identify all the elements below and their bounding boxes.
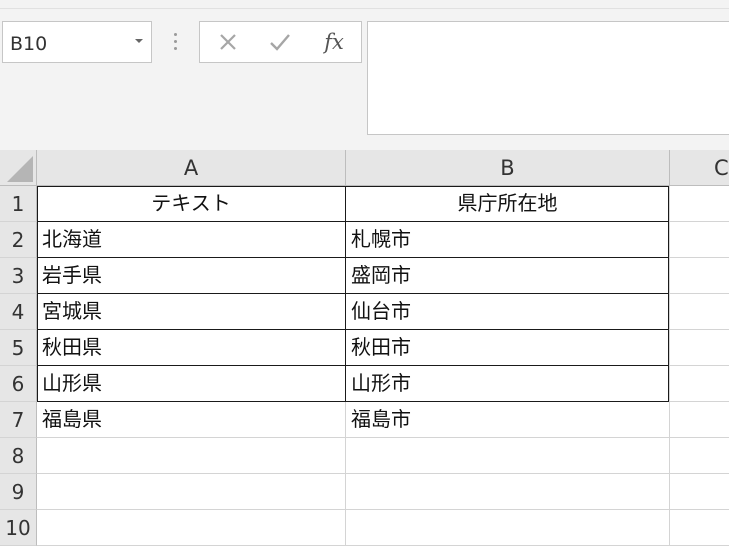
row-header-5[interactable]: 5 — [0, 330, 37, 366]
chevron-down-icon[interactable] — [135, 39, 143, 43]
ribbon-bottom-edge — [0, 0, 729, 9]
column-header-c[interactable]: C — [670, 150, 729, 186]
cell-b4[interactable]: 仙台市 — [346, 294, 670, 330]
cell-a5[interactable]: 秋田県 — [37, 330, 346, 366]
cell-c2[interactable] — [670, 222, 729, 258]
cell-a10[interactable] — [37, 510, 346, 546]
cell-a7[interactable]: 福島県 — [37, 402, 346, 438]
cell-b6[interactable]: 山形市 — [346, 366, 670, 402]
cell-b10[interactable] — [346, 510, 670, 546]
cell-c7[interactable] — [670, 402, 729, 438]
cell-c6[interactable] — [670, 366, 729, 402]
cell-b5[interactable]: 秋田市 — [346, 330, 670, 366]
row-header-10[interactable]: 10 — [0, 510, 37, 546]
cell-b7[interactable]: 福島市 — [346, 402, 670, 438]
cell-a3[interactable]: 岩手県 — [37, 258, 346, 294]
cell-c8[interactable] — [670, 438, 729, 474]
cell-b2[interactable]: 札幌市 — [346, 222, 670, 258]
cell-b8[interactable] — [346, 438, 670, 474]
row-header-2[interactable]: 2 — [0, 222, 37, 258]
cell-a6[interactable]: 山形県 — [37, 366, 346, 402]
row-header-4[interactable]: 4 — [0, 294, 37, 330]
cell-c3[interactable] — [670, 258, 729, 294]
cell-a1[interactable]: テキスト — [37, 186, 346, 222]
column-header-b[interactable]: B — [346, 150, 670, 186]
cell-b9[interactable] — [346, 474, 670, 510]
cancel-button[interactable] — [206, 22, 250, 62]
cell-c1[interactable] — [670, 186, 729, 222]
row-header-3[interactable]: 3 — [0, 258, 37, 294]
cell-a8[interactable] — [37, 438, 346, 474]
spreadsheet-grid: A B C 1 テキスト 県庁所在地 2 北海道 札幌市 3 岩手県 盛岡市 4… — [0, 150, 729, 553]
select-all-button[interactable] — [0, 150, 37, 186]
name-box-value: B10 — [10, 33, 48, 55]
formula-bar-input[interactable] — [367, 21, 729, 135]
cell-a4[interactable]: 宮城県 — [37, 294, 346, 330]
cell-c10[interactable] — [670, 510, 729, 546]
row-header-6[interactable]: 6 — [0, 366, 37, 402]
row-header-7[interactable]: 7 — [0, 402, 37, 438]
cell-a9[interactable] — [37, 474, 346, 510]
select-all-triangle-icon — [7, 156, 33, 182]
row-header-9[interactable]: 9 — [0, 474, 37, 510]
name-box[interactable]: B10 — [2, 21, 152, 63]
cell-c5[interactable] — [670, 330, 729, 366]
cell-b3[interactable]: 盛岡市 — [346, 258, 670, 294]
close-icon — [220, 34, 236, 50]
formula-buttons: fx — [199, 21, 362, 63]
grip-dots-icon[interactable] — [172, 33, 178, 53]
checkmark-icon — [270, 34, 290, 51]
cell-c9[interactable] — [670, 474, 729, 510]
cell-a2[interactable]: 北海道 — [37, 222, 346, 258]
row-header-8[interactable]: 8 — [0, 438, 37, 474]
insert-function-button[interactable]: fx — [312, 22, 356, 62]
cell-b1[interactable]: 県庁所在地 — [346, 186, 670, 222]
enter-button[interactable] — [258, 22, 302, 62]
row-header-1[interactable]: 1 — [0, 186, 37, 222]
cell-c4[interactable] — [670, 294, 729, 330]
column-header-a[interactable]: A — [37, 150, 346, 186]
